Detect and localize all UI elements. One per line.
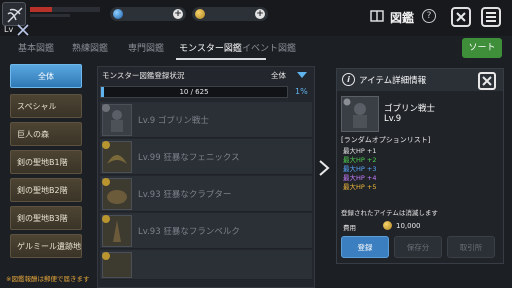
active-tab-indicator [176, 58, 266, 60]
rank-badge-icon [102, 252, 110, 260]
gold-currency: + [192, 7, 268, 21]
cost-value: 10,000 [396, 222, 421, 230]
progress-count: 10 / 625 [179, 88, 209, 96]
rank-badge-icon [102, 215, 110, 223]
list-item[interactable]: Lv.93 狂暴なフランベルク [100, 213, 312, 249]
tab-basic[interactable]: 基本図鑑 [18, 41, 54, 54]
sidebar-item-germir-ruins[interactable]: ゲルミール遺跡地 [10, 234, 82, 258]
tab-event[interactable]: イベント図鑑 [242, 41, 296, 54]
add-gem-button[interactable]: + [173, 9, 183, 19]
register-note: 登録されたアイテムは消滅します [341, 209, 438, 217]
register-button[interactable]: 登録 [341, 236, 389, 258]
hp-bar-fill [30, 7, 53, 12]
sidebar-item-giant-forest[interactable]: 巨人の森 [10, 122, 82, 146]
sort-button[interactable]: ソート [462, 38, 502, 58]
add-gold-button[interactable]: + [255, 9, 265, 19]
level-label: Lv [4, 25, 14, 34]
rank-badge-icon [102, 141, 110, 149]
close-icon [456, 12, 466, 22]
goblin-icon [343, 98, 367, 128]
option-line: 最大HP +5 [343, 183, 377, 191]
footer-note: ※図鑑報酬は郵便で届きます [6, 275, 90, 283]
exp-bar [30, 14, 70, 17]
tab-bar: 基本図鑑 熟練図鑑 専門図鑑 モンスター図鑑 イベント図鑑 [0, 37, 512, 59]
sidebar-item-sanctuary-b2[interactable]: 剣の聖地B2階 [10, 178, 82, 202]
gold-coin-icon [383, 221, 392, 230]
sidebar-item-special[interactable]: スペシャル [10, 94, 82, 118]
list-item[interactable] [100, 250, 312, 280]
close-button[interactable] [451, 7, 471, 27]
gem-currency: + [110, 7, 186, 21]
filter-dropdown-label[interactable]: 全体 [271, 70, 286, 81]
list-item[interactable]: Lv.99 狂暴なフェニックス [100, 139, 312, 175]
list-item[interactable]: Lv.9 ゴブリン戦士 [100, 102, 312, 138]
sidebar-item-sanctuary-b1[interactable]: 剣の聖地B1階 [10, 150, 82, 174]
page-title: 図鑑 [390, 11, 415, 25]
chevron-right-icon[interactable] [318, 160, 330, 176]
book-icon [370, 10, 384, 22]
menu-button[interactable] [481, 7, 501, 27]
crossbow-icon [7, 7, 23, 23]
help-icon[interactable]: ? [422, 9, 436, 23]
tab-monster[interactable]: モンスター図鑑 [179, 41, 242, 54]
list-item[interactable]: Lv.93 狂暴なクラプター [100, 176, 312, 212]
sidebar-item-all[interactable]: 全体 [10, 64, 82, 88]
tab-proficiency[interactable]: 熟練図鑑 [72, 41, 108, 54]
detail-close-button[interactable] [478, 72, 496, 90]
progress-percent: 1% [295, 87, 308, 96]
swords-icon [17, 24, 29, 36]
gold-icon [195, 9, 205, 19]
info-icon: i [342, 73, 355, 86]
monster-name: Lv.9 ゴブリン戦士 [138, 116, 209, 126]
avatar[interactable] [2, 2, 26, 26]
tab-expert[interactable]: 専門図鑑 [128, 41, 164, 54]
registration-status-label: モンスター図鑑登録状況 [102, 71, 185, 80]
close-icon [482, 76, 492, 86]
item-level: Lv.9 [384, 114, 402, 124]
item-detail-title: アイテム詳細情報 [359, 76, 427, 86]
trade-button[interactable]: 取引所 [447, 236, 495, 258]
dropdown-caret-icon[interactable] [297, 72, 307, 78]
monster-name: Lv.93 狂暴なクラプター [138, 190, 232, 200]
random-option-title: [ランダムオプションリスト] [341, 136, 431, 144]
item-name: ゴブリン戦士 [384, 104, 436, 114]
item-thumbnail [341, 96, 379, 132]
gem-icon [113, 9, 123, 19]
sidebar-item-sanctuary-b3[interactable]: 剣の聖地B3階 [10, 206, 82, 230]
monster-name: Lv.93 狂暴なフランベルク [138, 227, 240, 237]
cost-label: 費用 [343, 224, 356, 232]
monster-name: Lv.99 狂暴なフェニックス [138, 153, 240, 163]
rank-badge-icon [102, 178, 110, 186]
rank-badge-icon [102, 104, 110, 112]
storage-button[interactable]: 保存分 [394, 236, 442, 258]
hamburger-icon [486, 12, 496, 22]
